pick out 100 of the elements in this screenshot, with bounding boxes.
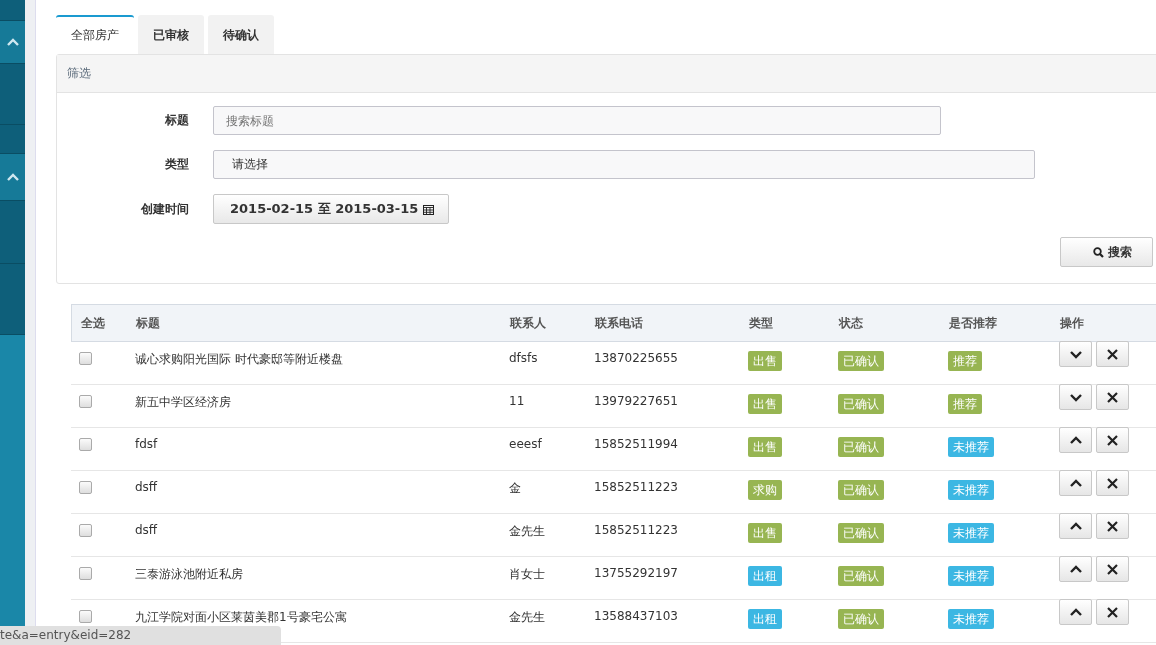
- search-field[interactable]: 搜索标题: [213, 106, 941, 135]
- checkbox[interactable]: [79, 567, 92, 580]
- column-header: 是否推荐: [949, 315, 998, 332]
- column-header: 联系电话: [595, 315, 644, 332]
- status-label: 已确认: [838, 480, 884, 500]
- status-label: 已确认: [838, 523, 884, 543]
- status-label: 未推荐: [948, 437, 994, 457]
- status-label: 已确认: [838, 394, 884, 414]
- tab[interactable]: 已审核: [138, 15, 204, 54]
- move-up-button[interactable]: [1059, 599, 1092, 625]
- move-up-button[interactable]: [1059, 470, 1092, 496]
- chevron-up-icon: [6, 36, 19, 48]
- table-cell: 新五中学区经济房: [135, 394, 231, 411]
- column-header: 全选: [80, 315, 106, 332]
- table-cell: 13870225655: [594, 351, 678, 365]
- table-cell: 15852511994: [594, 437, 678, 451]
- table-cell: 金先生: [509, 609, 545, 626]
- panel-title: 筛选: [67, 66, 91, 80]
- table-cell: 15852511223: [594, 523, 678, 537]
- table-cell: 11: [509, 394, 525, 408]
- delete-button[interactable]: [1096, 341, 1129, 367]
- status-label: 出租: [748, 609, 782, 629]
- table-cell: dsff: [135, 523, 158, 537]
- table-cell: 13588437103: [594, 609, 678, 623]
- move-up-button[interactable]: [1059, 427, 1092, 453]
- delete-button[interactable]: [1096, 427, 1129, 453]
- table-cell: 肖女士: [509, 566, 545, 583]
- close-icon: [1107, 348, 1118, 360]
- close-icon: [1107, 434, 1118, 446]
- field-label: 创建时间: [140, 200, 189, 218]
- table-cell: 诚心求购阳光国际 时代豪邸等附近楼盘: [135, 351, 343, 368]
- status-label: 出售: [748, 394, 782, 414]
- checkbox[interactable]: [79, 395, 92, 408]
- field-label: 标题: [164, 112, 189, 129]
- delete-button[interactable]: [1096, 470, 1129, 496]
- checkbox[interactable]: [79, 438, 92, 451]
- status-label: 推荐: [948, 394, 982, 414]
- chevron-down-icon: [1069, 348, 1082, 360]
- chevron-up-icon: [6, 171, 19, 183]
- close-icon: [1107, 477, 1118, 489]
- table-cell: 15852511223: [594, 480, 678, 494]
- type-select[interactable]: 请选择: [213, 150, 1035, 179]
- checkbox[interactable]: [79, 524, 92, 537]
- table-cell: 13979227651: [594, 394, 678, 408]
- table-cell: 九江学院对面小区莱茵美郡1号豪宅公寓: [135, 609, 347, 626]
- close-icon: [1107, 563, 1118, 575]
- delete-button[interactable]: [1096, 556, 1129, 582]
- calendar-icon: [423, 203, 435, 215]
- chevron-down-icon: [1069, 391, 1082, 403]
- status-label: 未推荐: [948, 609, 994, 629]
- status-label: 已确认: [838, 351, 884, 371]
- status-label: 求购: [748, 480, 782, 500]
- status-label: 出售: [748, 523, 782, 543]
- date-range-button[interactable]: 2015-02-15 至 2015-03-15: [213, 194, 450, 224]
- close-icon: [1107, 391, 1118, 403]
- table-cell: dsff: [135, 480, 158, 494]
- column-header: 状态: [839, 315, 864, 332]
- status-label: 已确认: [838, 437, 884, 457]
- move-down-button[interactable]: [1059, 341, 1092, 367]
- table-cell: 金: [509, 480, 521, 497]
- status-label: 出租: [748, 566, 782, 586]
- table-cell: 13755292197: [594, 566, 678, 580]
- status-label: 未推荐: [948, 566, 994, 586]
- checkbox[interactable]: [79, 610, 92, 623]
- status-label: 已确认: [838, 609, 884, 629]
- status-label: 推荐: [948, 351, 982, 371]
- table-cell: 三泰游泳池附近私房: [135, 566, 243, 583]
- chevron-up-icon: [1069, 606, 1082, 618]
- table-cell: fdsf: [135, 437, 158, 451]
- search-button[interactable]: 搜索: [1060, 237, 1153, 267]
- column-header: 类型: [749, 315, 774, 332]
- checkbox[interactable]: [79, 352, 92, 365]
- chevron-up-icon: [1069, 477, 1082, 489]
- table-cell: eeesf: [509, 437, 542, 451]
- status-label: 出售: [748, 437, 782, 457]
- move-up-button[interactable]: [1059, 556, 1092, 582]
- chevron-up-icon: [1069, 520, 1082, 532]
- move-down-button[interactable]: [1059, 384, 1092, 410]
- delete-button[interactable]: [1096, 599, 1129, 625]
- tab[interactable]: 待确认: [208, 15, 274, 54]
- checkbox[interactable]: [79, 481, 92, 494]
- status-label: 出售: [748, 351, 782, 371]
- status-bar: te&a=entry&eid=282: [0, 626, 281, 645]
- status-label: 已确认: [838, 566, 884, 586]
- delete-button[interactable]: [1096, 513, 1129, 539]
- status-label: 未推荐: [948, 480, 994, 500]
- column-header: 标题: [136, 315, 161, 332]
- column-header: 联系人: [510, 315, 547, 332]
- table-cell: dfsfs: [509, 351, 538, 365]
- status-label: 未推荐: [948, 523, 994, 543]
- column-header: 操作: [1060, 315, 1085, 332]
- chevron-up-icon: [1069, 434, 1082, 446]
- search-icon: [1093, 246, 1104, 258]
- sidebar-group-header[interactable]: [0, 154, 25, 201]
- field-label: 类型: [164, 156, 189, 173]
- move-up-button[interactable]: [1059, 513, 1092, 539]
- delete-button[interactable]: [1096, 384, 1129, 410]
- table-cell: 金先生: [509, 523, 545, 540]
- sidebar-group-header[interactable]: [0, 21, 25, 64]
- chevron-up-icon: [1069, 563, 1082, 575]
